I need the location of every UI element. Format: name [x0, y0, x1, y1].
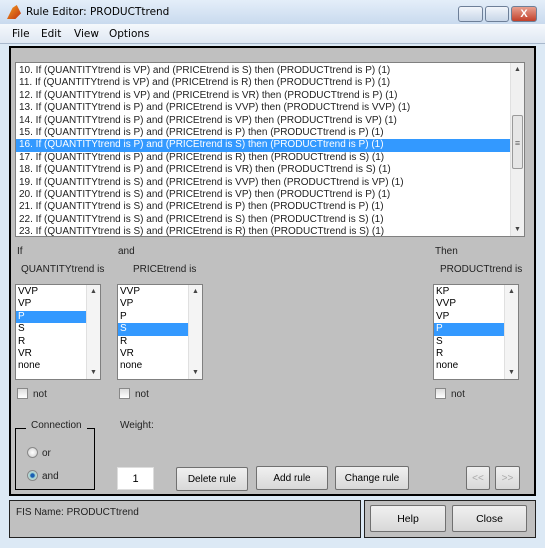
matlab-icon: [7, 5, 21, 19]
option-item[interactable]: R: [118, 336, 188, 348]
add-rule-button[interactable]: Add rule: [256, 466, 328, 490]
title-bar: Rule Editor: PRODUCTtrend X: [0, 0, 545, 24]
option-item[interactable]: none: [16, 360, 86, 372]
not-product-checkbox[interactable]: [435, 388, 446, 399]
close-button[interactable]: Close: [452, 505, 527, 532]
product-listbox[interactable]: KP VVP VP P S Rnone ▲ ▼: [433, 284, 519, 380]
option-item[interactable]: VP: [118, 298, 188, 310]
rule-row[interactable]: 17. If (QUANTITYtrend is P) and (PRICEtr…: [16, 152, 524, 164]
price-var-label: PRICEtrend is: [133, 264, 197, 275]
option-item[interactable]: VVP: [118, 286, 188, 298]
rule-row[interactable]: 15. If (QUANTITYtrend is P) and (PRICEtr…: [16, 127, 524, 139]
and-label: and: [118, 246, 135, 257]
or-radio[interactable]: [27, 447, 38, 458]
rule-row[interactable]: 19. If (QUANTITYtrend is S) and (PRICEtr…: [16, 177, 524, 189]
option-item[interactable]: P: [16, 310, 86, 324]
next-button[interactable]: >>: [495, 466, 520, 490]
scroll-down-icon[interactable]: ▼: [511, 226, 524, 233]
status-panel: FIS Name: PRODUCTtrend: [9, 500, 361, 538]
scroll-down-icon[interactable]: ▼: [189, 369, 202, 376]
listbox-scrollbar[interactable]: ▲ ▼: [504, 285, 518, 379]
menu-edit[interactable]: Edit: [41, 28, 61, 40]
menu-file[interactable]: File: [12, 28, 30, 40]
option-item[interactable]: KP: [434, 286, 504, 298]
quantity-listbox[interactable]: VVP VP P S R VR none ▲ ▼: [15, 284, 101, 380]
scroll-up-icon[interactable]: ▲: [511, 66, 524, 73]
listbox-scrollbar[interactable]: ▲ ▼: [188, 285, 202, 379]
rule-list-scrollbar[interactable]: ▲ ≡ ▼: [510, 63, 524, 236]
listbox-scrollbar[interactable]: ▲ ▼: [86, 285, 100, 379]
rule-row[interactable]: 23. If (QUANTITYtrend is S) and (PRICEtr…: [16, 226, 524, 236]
rule-row[interactable]: 10. If (QUANTITYtrend is VP) and (PRICEt…: [16, 65, 524, 77]
and-radio-label: and: [42, 471, 59, 482]
maximize-button[interactable]: [485, 6, 509, 22]
rule-row[interactable]: 21. If (QUANTITYtrend is S) and (PRICEtr…: [16, 201, 524, 213]
option-item[interactable]: VR: [118, 348, 188, 360]
rule-row[interactable]: 11. If (QUANTITYtrend is VP) and (PRICEt…: [16, 77, 524, 89]
close-window-button[interactable]: X: [511, 6, 537, 22]
then-label: Then: [435, 246, 458, 257]
rule-row[interactable]: 18. If (QUANTITYtrend is P) and (PRICEtr…: [16, 164, 524, 176]
option-item[interactable]: P: [118, 311, 188, 323]
not-label: not: [451, 389, 465, 400]
option-item[interactable]: VVP: [434, 298, 504, 310]
option-item[interactable]: VP: [434, 311, 504, 323]
weight-input[interactable]: 1: [117, 467, 154, 490]
option-item[interactable]: none: [118, 360, 188, 372]
previous-button[interactable]: <<: [466, 466, 490, 490]
not-price-checkbox[interactable]: [119, 388, 130, 399]
scroll-up-icon[interactable]: ▲: [505, 288, 518, 295]
scroll-thumb[interactable]: ≡: [512, 115, 523, 169]
rule-list[interactable]: 10. If (QUANTITYtrend is VP) and (PRICEt…: [15, 62, 525, 237]
option-item[interactable]: S: [16, 323, 86, 335]
fis-name-text: FIS Name: PRODUCTtrend: [16, 507, 139, 518]
not-label: not: [135, 389, 149, 400]
rule-row[interactable]: 14. If (QUANTITYtrend is P) and (PRICEtr…: [16, 115, 524, 127]
option-item[interactable]: R: [434, 348, 504, 360]
minimize-button[interactable]: [458, 6, 483, 22]
option-item[interactable]: none: [434, 360, 504, 372]
rule-row[interactable]: 22. If (QUANTITYtrend is S) and (PRICEtr…: [16, 214, 524, 226]
help-button[interactable]: Help: [370, 505, 446, 532]
product-var-label: PRODUCTtrend is: [440, 264, 523, 275]
menu-bar: File Edit View Options: [0, 24, 545, 44]
option-item[interactable]: VR: [16, 348, 86, 360]
scroll-down-icon[interactable]: ▼: [87, 369, 100, 376]
option-item[interactable]: VVP: [16, 286, 86, 298]
menu-view[interactable]: View: [74, 28, 99, 40]
not-quantity-checkbox[interactable]: [17, 388, 28, 399]
option-item[interactable]: R: [16, 336, 86, 348]
rule-row[interactable]: 20. If (QUANTITYtrend is S) and (PRICEtr…: [16, 189, 524, 201]
rule-row[interactable]: 12. If (QUANTITYtrend is VP) and (PRICEt…: [16, 90, 524, 102]
delete-rule-button[interactable]: Delete rule: [176, 467, 248, 491]
option-item[interactable]: VP: [16, 298, 86, 310]
scroll-down-icon[interactable]: ▼: [505, 369, 518, 376]
change-rule-button[interactable]: Change rule: [335, 466, 409, 490]
weight-label: Weight:: [120, 420, 154, 431]
option-item[interactable]: P: [434, 323, 504, 336]
price-listbox[interactable]: VVP VP P S R VR none ▲ ▼: [117, 284, 203, 380]
and-radio[interactable]: [27, 470, 38, 481]
scroll-up-icon[interactable]: ▲: [87, 288, 100, 295]
menu-options[interactable]: Options: [109, 28, 150, 40]
quantity-var-label: QUANTITYtrend is: [21, 264, 105, 275]
or-label: or: [42, 448, 51, 459]
if-label: If: [17, 246, 23, 257]
option-item[interactable]: S: [434, 336, 504, 348]
not-label: not: [33, 389, 47, 400]
connection-label: Connection: [26, 420, 87, 431]
window-title: Rule Editor: PRODUCTtrend: [26, 6, 170, 18]
rule-row[interactable]: 13. If (QUANTITYtrend is P) and (PRICEtr…: [16, 102, 524, 114]
rule-row[interactable]: 16. If (QUANTITYtrend is P) and (PRICEtr…: [16, 139, 524, 152]
scroll-up-icon[interactable]: ▲: [189, 288, 202, 295]
option-item[interactable]: S: [118, 323, 188, 336]
